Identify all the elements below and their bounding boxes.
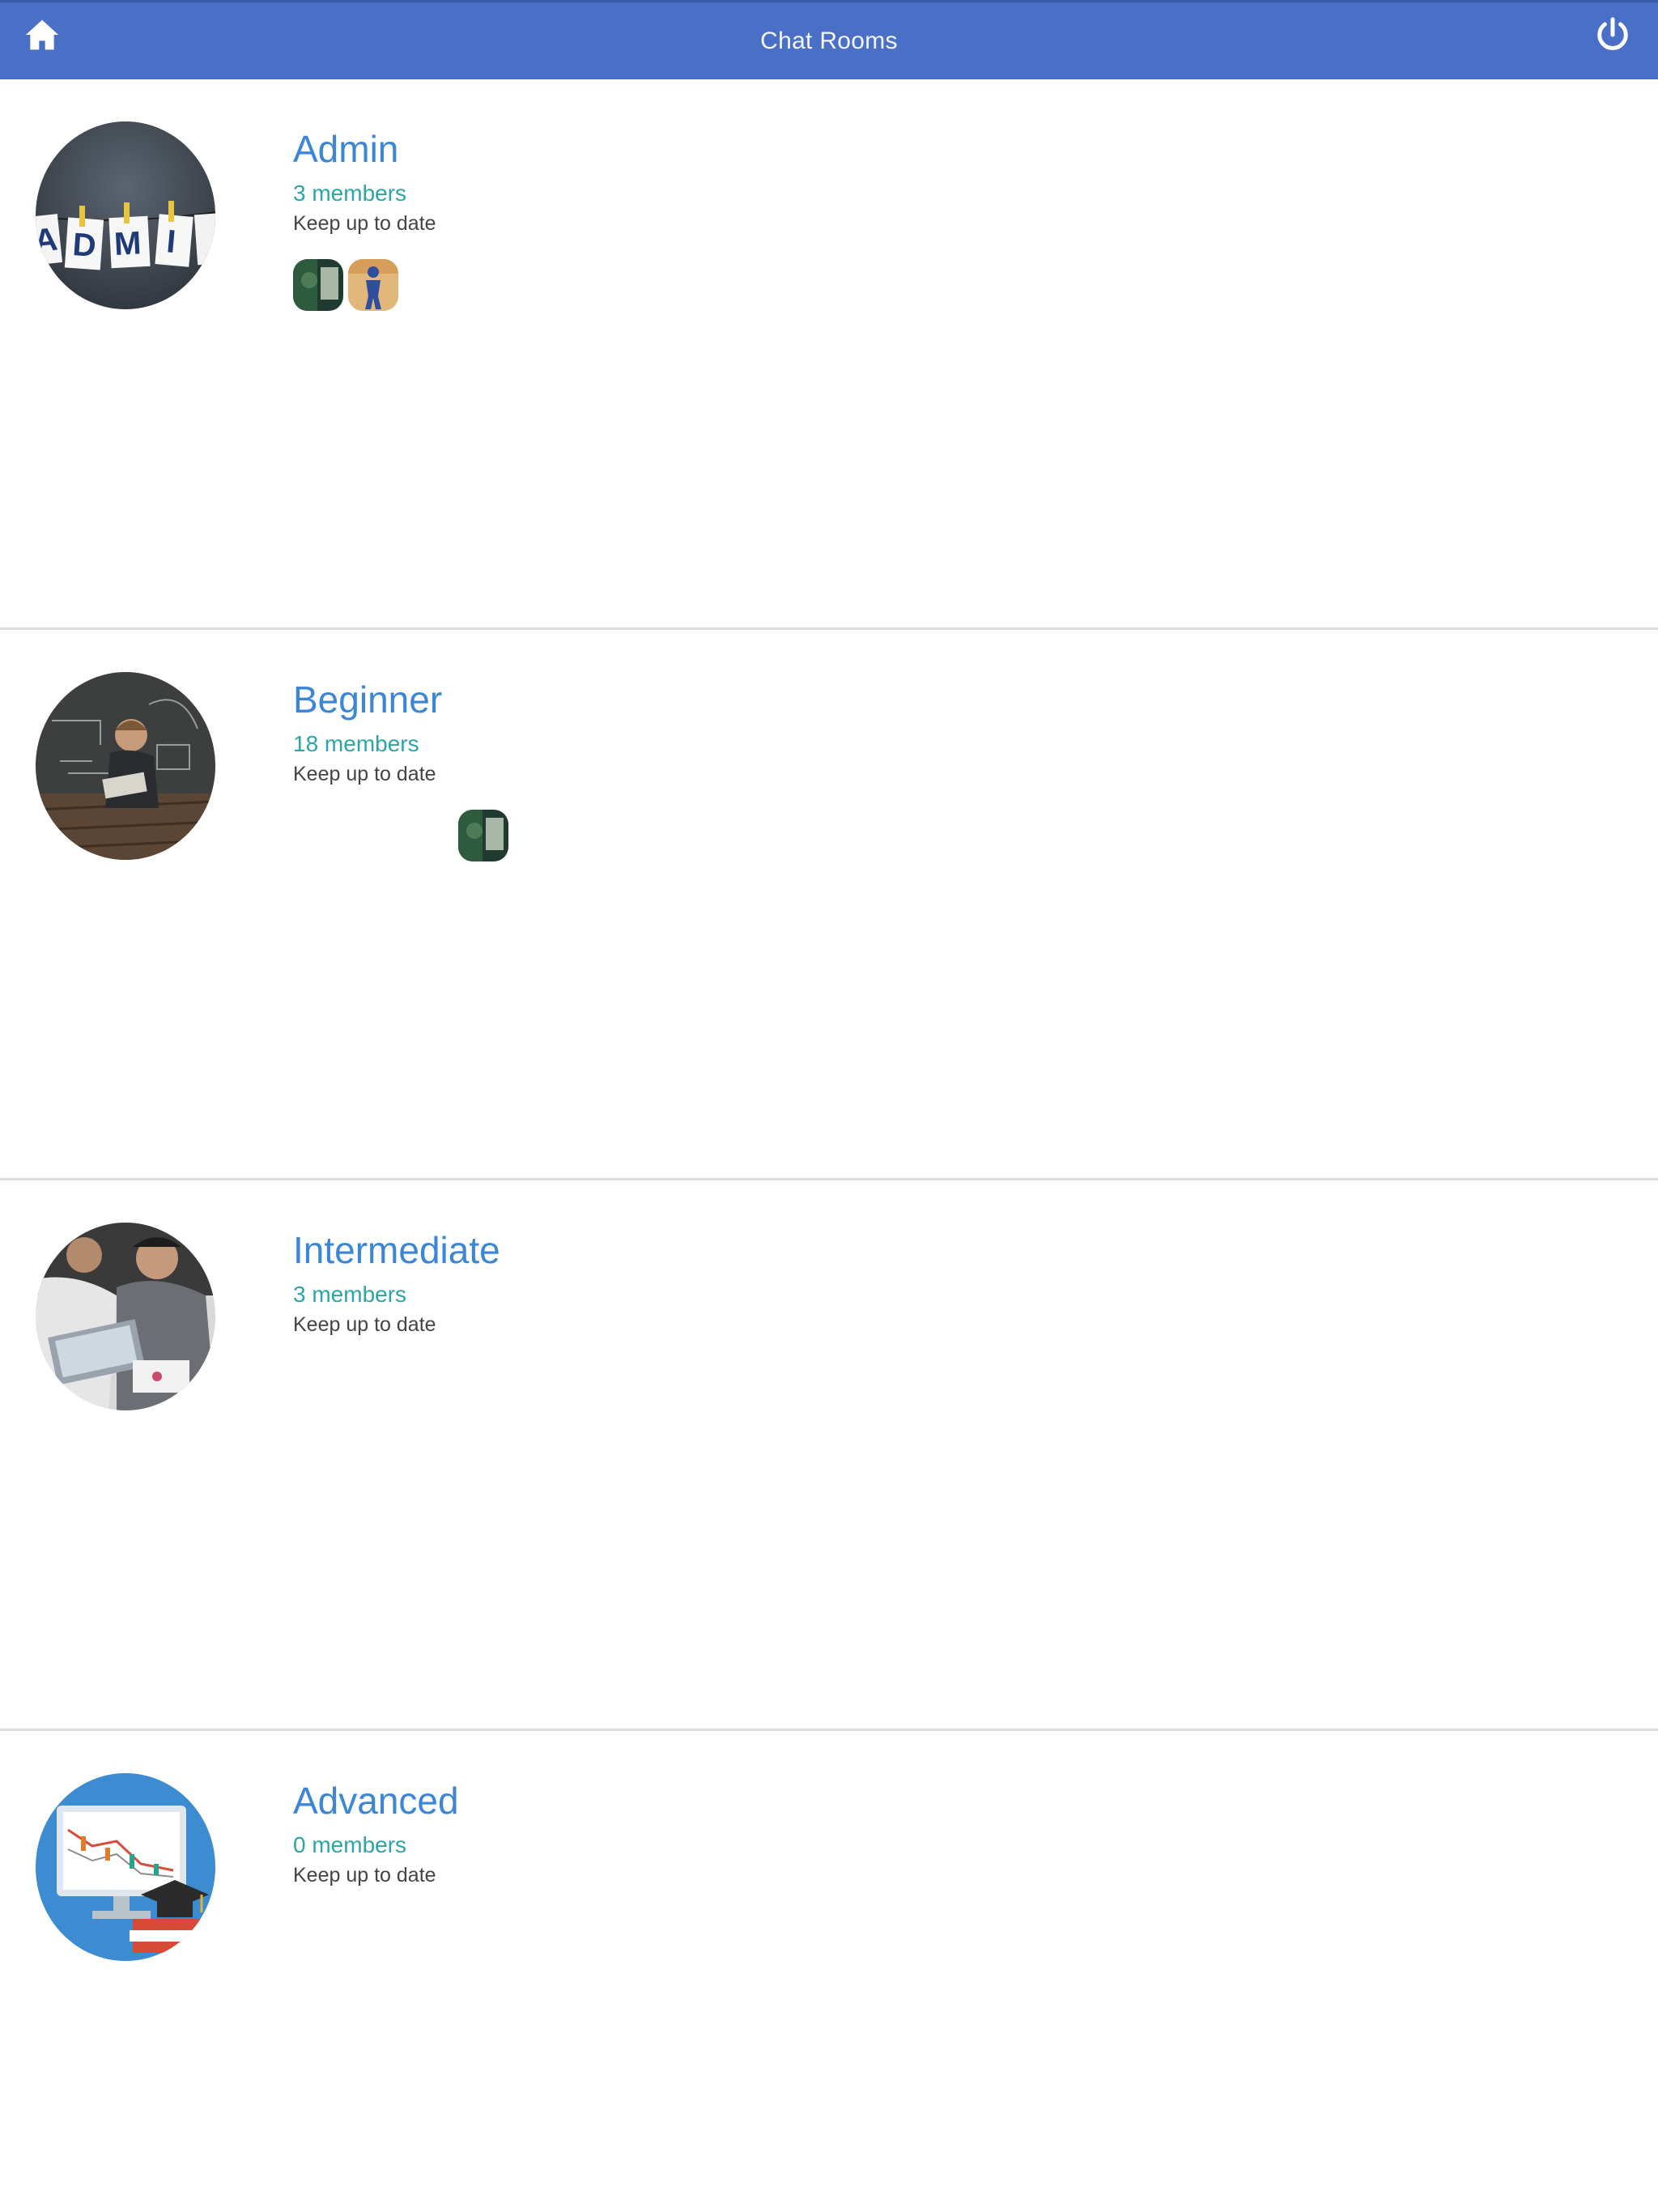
page-title: Chat Rooms [760, 27, 898, 54]
svg-text:A: A [36, 221, 59, 259]
room-avatar [36, 672, 215, 860]
room-subtitle: Keep up to date [293, 1313, 436, 1336]
room-name: Advanced [293, 1780, 459, 1822]
room-name: Admin [293, 128, 399, 170]
member-thumb-blue-figure [348, 259, 398, 311]
chart-monitor-graduation-cap-image [36, 1773, 215, 1961]
room-subtitle: Keep up to date [293, 763, 436, 785]
room-avatar [36, 1223, 215, 1410]
room-name: Intermediate [293, 1229, 500, 1271]
member-count: 3 members [293, 1282, 407, 1307]
logout-button[interactable] [1590, 12, 1635, 57]
home-icon [25, 19, 59, 50]
room-item-advanced[interactable]: Advanced 0 members Keep up to date [0, 1731, 1658, 2212]
member-count: 18 members [293, 731, 419, 756]
member-avatars [458, 810, 508, 861]
room-info: Intermediate 3 members Keep up to date [293, 1227, 500, 1338]
room-info: Beginner 18 members Keep up to date [293, 677, 442, 787]
member-thumb-green [293, 259, 343, 311]
room-info: Admin 3 members Keep up to date [293, 126, 436, 236]
member-avatar[interactable] [348, 259, 398, 311]
people-at-laptops-image [36, 1223, 215, 1410]
member-avatar[interactable] [458, 810, 508, 861]
room-subtitle: Keep up to date [293, 212, 436, 235]
home-button[interactable] [21, 14, 63, 56]
room-info: Advanced 0 members Keep up to date [293, 1778, 459, 1888]
child-reading-chalkboard-image [36, 672, 215, 860]
room-list: A D M I Admin 3 members Keep up to date … [0, 79, 1658, 2212]
admin-letters-image: A D M I [36, 121, 215, 309]
member-avatar[interactable] [293, 259, 343, 311]
room-item-beginner[interactable]: Beginner 18 members Keep up to date [0, 630, 1658, 1180]
chat-rooms-screen: Chat Rooms A D M I Admin 3 members Keep … [0, 0, 1658, 2212]
svg-text:M: M [113, 225, 142, 262]
member-count: 0 members [293, 1832, 407, 1857]
room-item-intermediate[interactable]: Intermediate 3 members Keep up to date [0, 1180, 1658, 1731]
room-item-admin[interactable]: A D M I Admin 3 members Keep up to date [0, 79, 1658, 630]
room-avatar: A D M I [36, 121, 215, 309]
member-avatars [293, 259, 398, 311]
member-thumb-green [458, 810, 508, 861]
member-count: 3 members [293, 181, 407, 206]
top-app-bar: Chat Rooms [0, 0, 1658, 79]
svg-text:D: D [71, 227, 97, 264]
room-subtitle: Keep up to date [293, 1864, 436, 1887]
room-avatar [36, 1773, 215, 1961]
room-name: Beginner [293, 678, 443, 721]
power-icon [1597, 17, 1628, 50]
